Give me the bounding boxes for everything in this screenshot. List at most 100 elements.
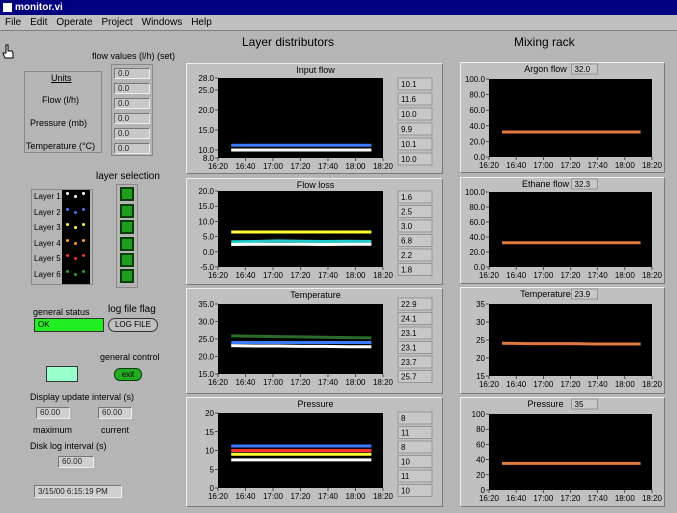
rack-temperature-panel: Temperature23.9353025201516:2016:4017:00…	[460, 287, 665, 394]
maximum-field[interactable]: 60.00	[36, 407, 70, 419]
flow-value-6[interactable]: 0.0	[114, 143, 150, 154]
exit-button[interactable]: exit	[114, 368, 142, 381]
y-tick-label: 0.0	[203, 248, 215, 257]
flow-value-1[interactable]: 0.0	[114, 68, 150, 79]
readout-value: 25.7	[401, 373, 417, 382]
layer-label-6: Layer 6	[34, 270, 61, 279]
units-label: Units	[51, 73, 72, 83]
x-tick-label: 16:20	[208, 162, 229, 171]
y-tick-label: 20.0	[198, 353, 214, 362]
layer-toggle-6[interactable]	[120, 269, 134, 283]
x-tick-label: 17:20	[560, 380, 581, 389]
app-icon	[3, 3, 12, 12]
x-tick-label: 17:20	[290, 492, 311, 501]
readout-value: 10.1	[401, 140, 417, 149]
x-tick-label: 18:00	[345, 492, 366, 501]
readout-value: 10.0	[401, 155, 417, 164]
x-tick-label: 16:40	[235, 271, 256, 280]
maximum-label: maximum	[33, 425, 72, 435]
y-tick-label: 20.0	[198, 187, 214, 196]
flow-value-3[interactable]: 0.0	[114, 98, 150, 109]
chart-readout: 32.0	[575, 65, 591, 74]
flow-loss-panel: Flow loss20.015.010.05.00.0-5.016:2016:4…	[186, 178, 443, 285]
y-tick-label: 100.0	[465, 75, 486, 84]
readout-value: 10.1	[401, 80, 417, 89]
y-tick-label: 20	[476, 471, 485, 480]
x-tick-label: 17:20	[560, 271, 581, 280]
flow-value-2[interactable]: 0.0	[114, 83, 150, 94]
y-tick-label: 28.0	[198, 74, 214, 83]
chart-readout: 23.9	[575, 290, 591, 299]
log-file-button[interactable]: LOG FILE	[108, 318, 158, 332]
x-tick-label: 18:20	[642, 161, 663, 170]
general-control-label: general control	[100, 352, 160, 362]
y-tick-label: 15.0	[198, 126, 214, 135]
layer-toggle-4[interactable]	[120, 237, 134, 251]
layer-dot	[82, 192, 85, 195]
layer-toggle-2[interactable]	[120, 204, 134, 218]
x-tick-label: 16:40	[235, 492, 256, 501]
rack-pressure-panel: Pressure3510080604020016:2016:4017:0017:…	[460, 397, 665, 507]
plot-area	[489, 304, 652, 376]
menu-file[interactable]: File	[5, 17, 21, 28]
y-tick-label: 20.0	[198, 106, 214, 115]
ethane-flow-panel: Ethane flow32.3100.080.060.040.020.00.01…	[460, 177, 665, 284]
chart-title: Ethane flow	[522, 179, 570, 189]
layer-toggle-5[interactable]	[120, 253, 134, 267]
y-tick-label: 20	[476, 354, 485, 363]
y-tick-label: 25	[476, 336, 485, 345]
readout-value: 10.0	[401, 110, 417, 119]
x-tick-label: 17:20	[560, 494, 581, 503]
x-tick-label: 16:20	[479, 271, 500, 280]
series-line	[502, 343, 641, 344]
layer-label-5: Layer 5	[34, 254, 61, 263]
readout-value: 11.6	[401, 95, 417, 104]
menu-operate[interactable]: Operate	[56, 17, 92, 28]
rack-pressure-chart: Pressure3510080604020016:2016:4017:0017:…	[461, 398, 666, 508]
x-tick-label: 16:40	[506, 271, 527, 280]
layer-toggle-1[interactable]	[120, 187, 134, 201]
x-tick-label: 16:40	[506, 494, 527, 503]
menu-windows[interactable]: Windows	[142, 17, 183, 28]
disk-log-field[interactable]: 60.00	[58, 456, 94, 468]
layer-toggle-3[interactable]	[120, 220, 134, 234]
menu-edit[interactable]: Edit	[30, 17, 47, 28]
current-field: 60.00	[98, 407, 132, 419]
x-tick-label: 16:20	[479, 380, 500, 389]
x-tick-label: 16:40	[235, 378, 256, 387]
status-light	[46, 366, 78, 382]
menu-help[interactable]: Help	[191, 17, 212, 28]
readout-value: 23.7	[401, 358, 417, 367]
readout-value: 11	[401, 472, 410, 481]
y-tick-label: 15.0	[198, 202, 214, 211]
layer-dot	[74, 195, 77, 198]
y-tick-label: 80.0	[469, 203, 485, 212]
x-tick-label: 16:40	[506, 380, 527, 389]
menu-project[interactable]: Project	[102, 17, 133, 28]
flow-value-4[interactable]: 0.0	[114, 113, 150, 124]
input-flow-chart: Input flow28.025.020.015.010.08.016:2016…	[187, 64, 444, 175]
title-bar: monitor.vi	[0, 0, 677, 15]
x-tick-label: 18:00	[615, 494, 636, 503]
x-tick-label: 17:00	[263, 492, 284, 501]
layer-dot	[82, 254, 85, 257]
layer-dot	[82, 223, 85, 226]
y-tick-label: 25.0	[198, 335, 214, 344]
x-tick-label: 17:40	[588, 380, 609, 389]
x-tick-label: 17:00	[263, 271, 284, 280]
readout-value: 11	[401, 429, 410, 438]
flow-value-5[interactable]: 0.0	[114, 128, 150, 139]
disk-log-label: Disk log interval (s)	[30, 441, 107, 451]
series-line	[231, 336, 371, 338]
x-tick-label: 17:00	[263, 162, 284, 171]
x-tick-label: 17:20	[290, 378, 311, 387]
x-tick-label: 17:40	[588, 494, 609, 503]
chart-title: Argon flow	[524, 64, 567, 74]
display-update-label: Display update interval (s)	[30, 392, 134, 402]
layer-dot	[74, 273, 77, 276]
y-tick-label: 30.0	[198, 318, 214, 327]
readout-value: 8	[401, 443, 406, 452]
y-tick-label: 30	[476, 318, 485, 327]
flow-values-label: flow values (l/h) (set)	[92, 51, 175, 61]
y-tick-label: 35	[476, 300, 485, 309]
